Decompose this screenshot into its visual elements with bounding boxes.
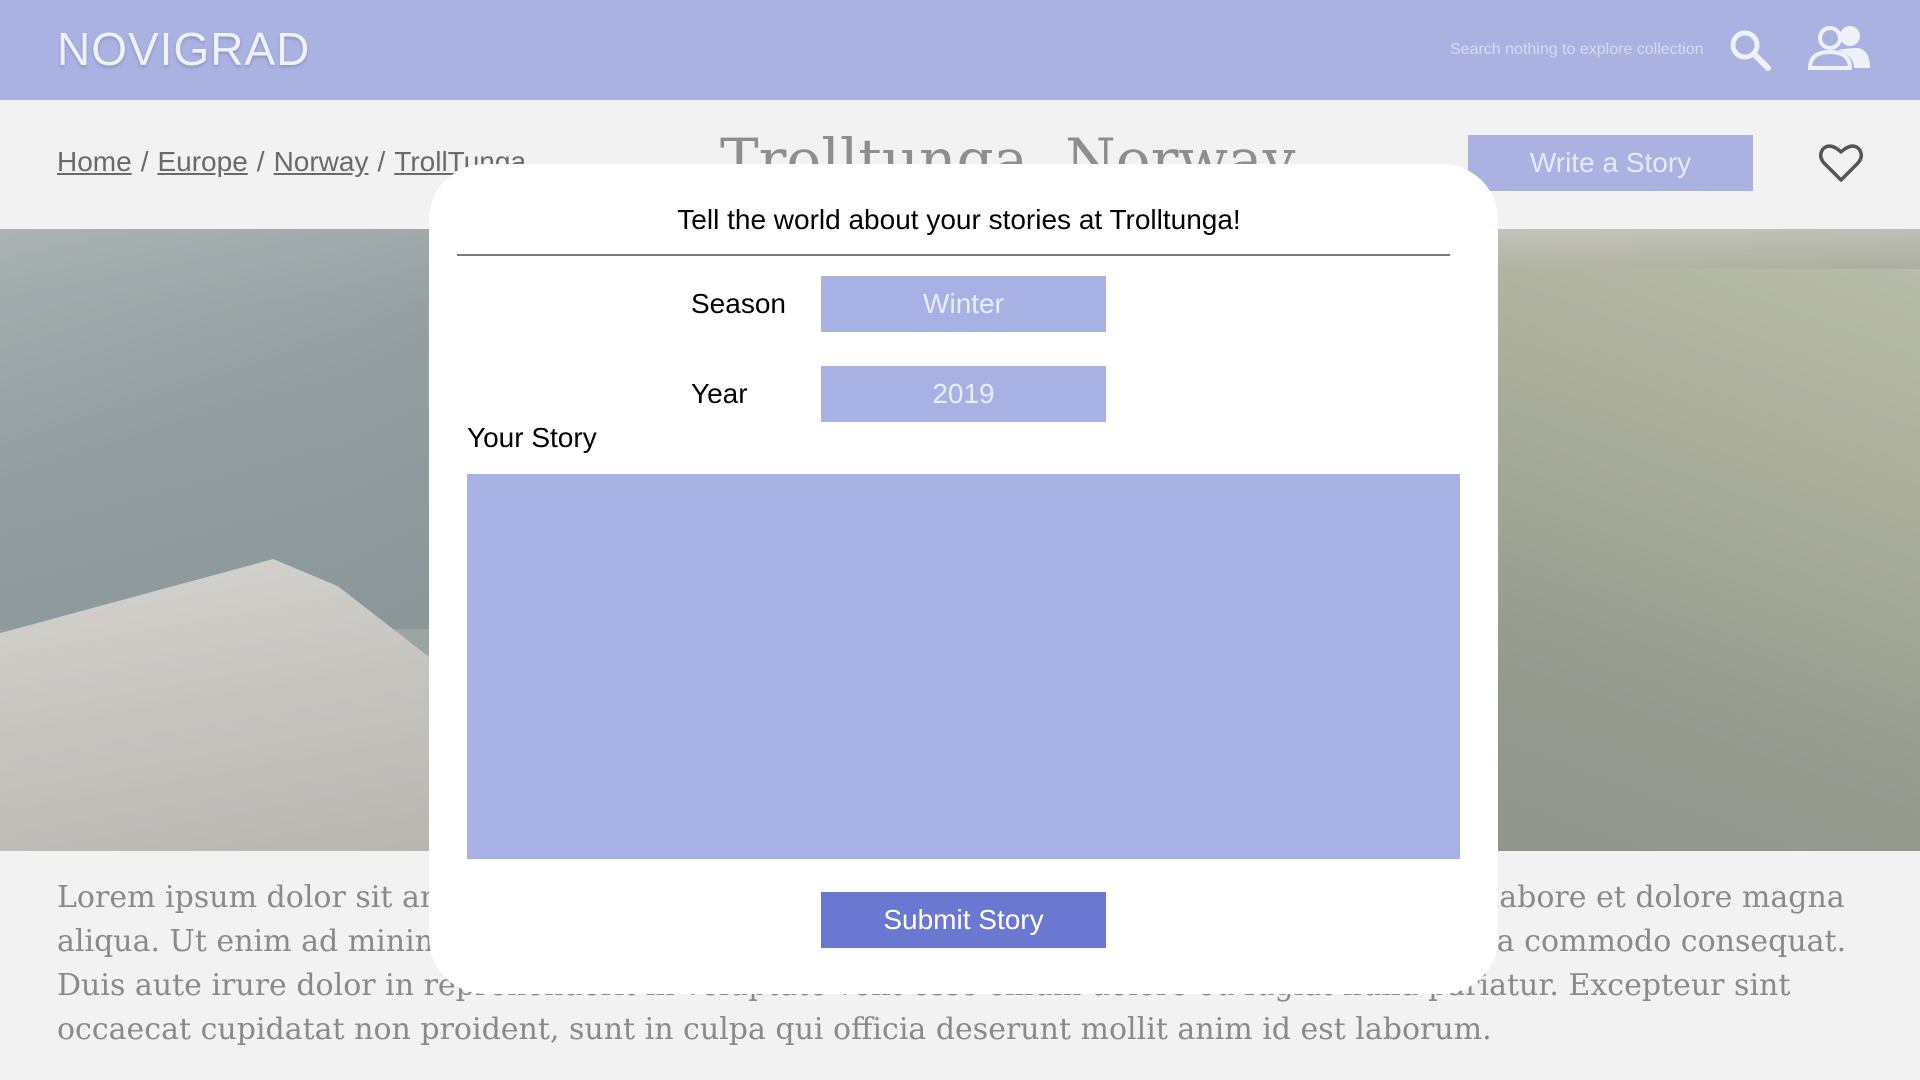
search-icon[interactable] [1728, 28, 1772, 72]
story-textarea[interactable] [467, 474, 1460, 859]
modal-divider [457, 254, 1450, 256]
search-hint[interactable]: Search nothing to explore collection [1450, 41, 1704, 59]
season-select[interactable]: Winter [821, 276, 1106, 332]
story-label: Your Story [467, 422, 597, 453]
top-navbar: NOVIGRAD Search nothing to explore colle… [0, 0, 1920, 100]
year-label: Year [691, 378, 748, 409]
write-story-button[interactable]: Write a Story [1468, 135, 1753, 191]
users-icon[interactable] [1808, 24, 1872, 72]
site-logo[interactable]: NOVIGRAD [57, 22, 310, 76]
heart-icon[interactable] [1818, 142, 1864, 184]
breadcrumb-europe[interactable]: Europe [157, 146, 247, 177]
season-label: Season [691, 288, 786, 319]
modal-title: Tell the world about your stories at Tro… [677, 204, 1241, 235]
story-modal: Tell the world about your stories at Tro… [429, 164, 1498, 994]
year-select[interactable]: 2019 [821, 366, 1106, 422]
submit-story-button[interactable]: Submit Story [821, 892, 1106, 948]
breadcrumb-norway[interactable]: Norway [274, 146, 369, 177]
breadcrumb-home[interactable]: Home [57, 146, 132, 177]
